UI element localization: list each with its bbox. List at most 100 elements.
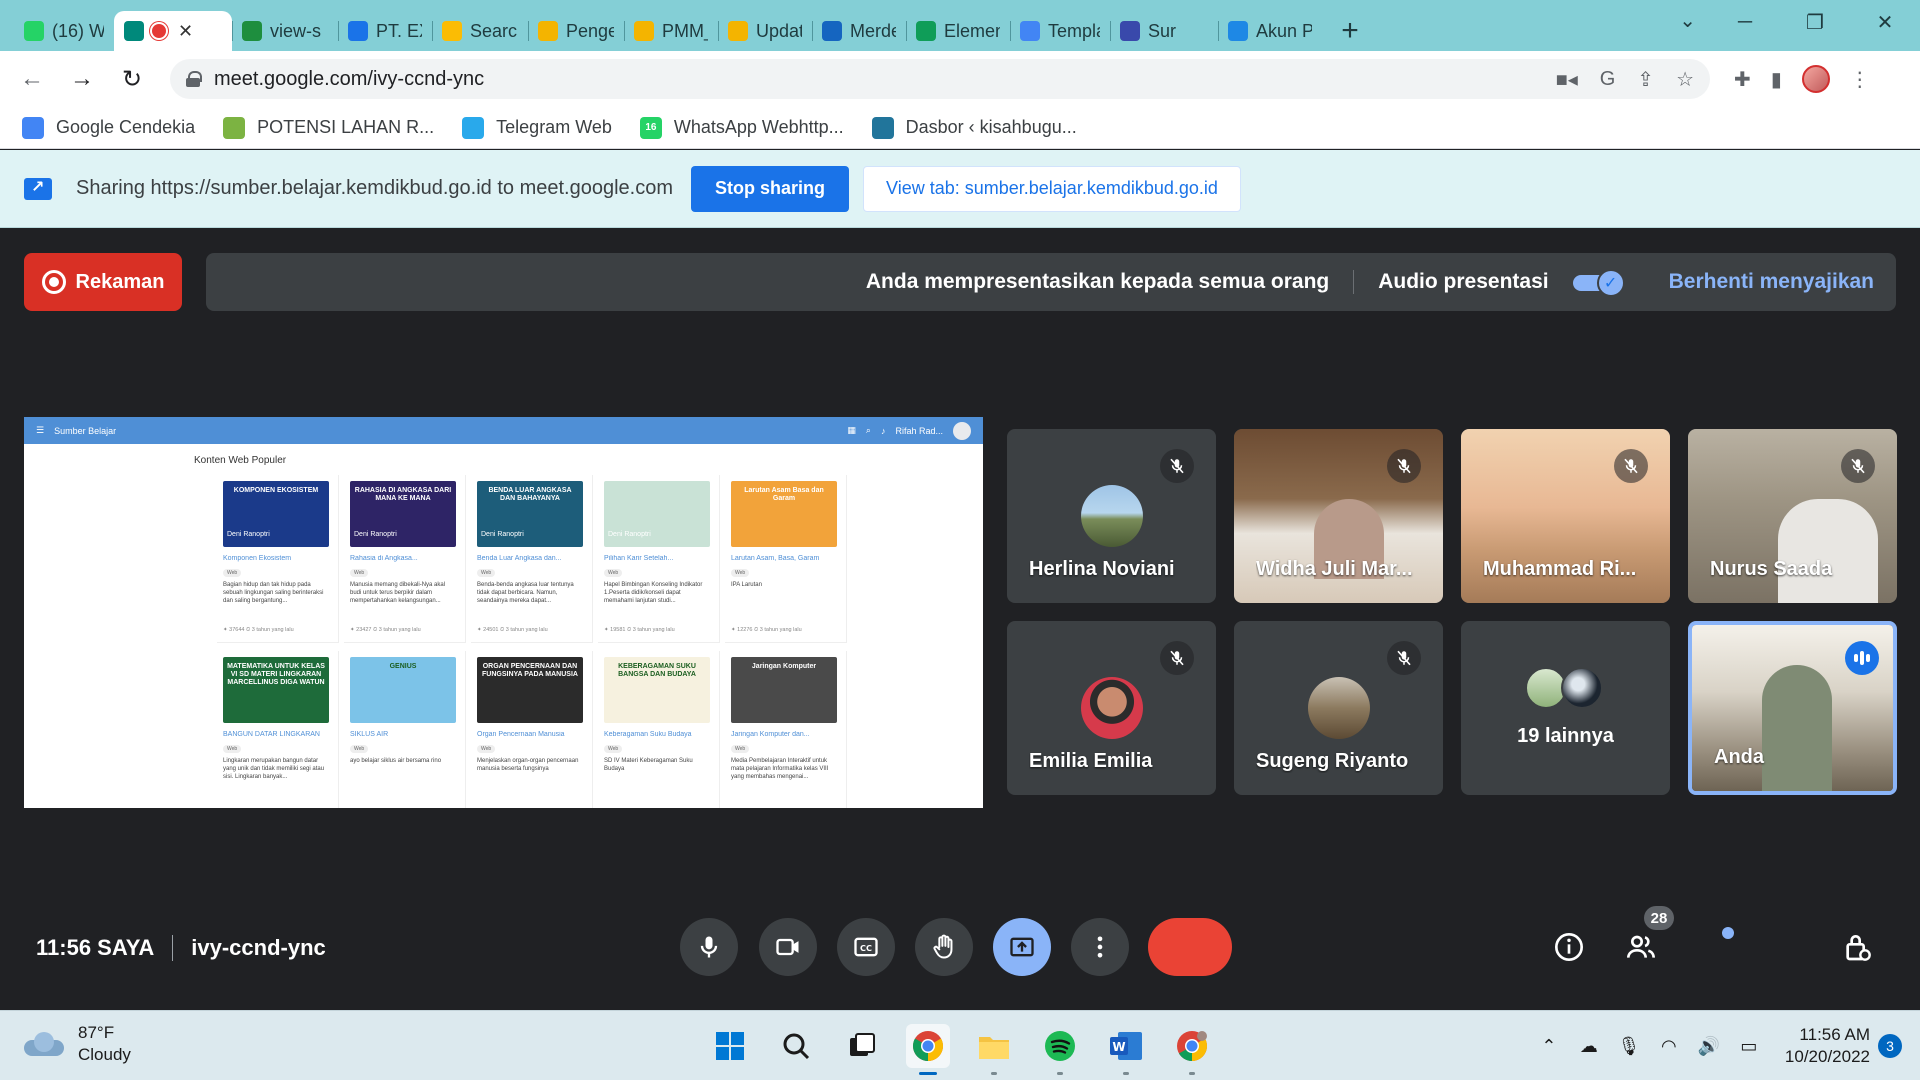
user-avatar [953,421,971,440]
thumbnail-author: Deni Ranoptri [481,531,524,538]
tab-search-chevron-icon[interactable]: ⌄ [1679,8,1696,33]
participant-tile[interactable]: Nurus Saada [1688,429,1897,603]
mic-off-icon [1387,641,1421,675]
new-tab-button[interactable]: + [1330,11,1370,51]
present-screen-button[interactable] [993,918,1051,976]
restore-button[interactable]: ❐ [1780,0,1850,44]
taskbar-clock[interactable]: 11:56 AM 10/20/2022 [1785,1024,1870,1068]
people-button[interactable] [1622,928,1660,966]
tab-title: PT. EX [376,20,422,41]
volume-icon[interactable]: 🔊 [1689,1026,1729,1066]
more-options-button[interactable] [1071,918,1129,976]
bookmark-item[interactable]: Google Cendekia [22,116,195,139]
camera-in-use-icon[interactable]: ■◂ [1556,67,1578,92]
participant-tile[interactable]: Anda [1688,621,1897,795]
browser-tab[interactable]: PT. EX [338,11,432,51]
share-icon[interactable]: ⇪ [1637,67,1654,92]
participant-tile[interactable]: Sugeng Riyanto [1234,621,1443,795]
browser-tab[interactable]: (16) W [14,11,114,51]
meeting-details-button[interactable] [1550,928,1588,966]
captions-button[interactable]: CC [837,918,895,976]
browser-tab[interactable]: Elemen [906,11,1010,51]
camera-button[interactable] [759,918,817,976]
card-thumbnail: Deni Ranoptri [604,481,710,547]
browser-tab[interactable]: view-s [232,11,338,51]
bookmark-star-icon[interactable]: ☆ [1676,67,1694,92]
chevron-up-icon[interactable]: ⌃ [1529,1026,1569,1066]
spotify-taskbar-app[interactable] [1038,1024,1082,1075]
lock-icon[interactable] [186,71,202,87]
task-view-button[interactable] [840,1024,884,1068]
bookmark-item[interactable]: Telegram Web [462,116,612,139]
side-panel-icon[interactable]: ▮ [1771,67,1782,92]
url-text[interactable]: meet.google.com/ivy-ccnd-ync [214,68,1542,91]
chrome-profile-taskbar-app[interactable] [1170,1024,1214,1075]
minimize-button[interactable]: ─ [1710,0,1780,44]
reload-button[interactable]: ↻ [114,61,150,97]
browser-tab[interactable]: PMM_ [624,11,718,51]
translate-icon[interactable]: G [1600,68,1616,91]
stop-sharing-button[interactable]: Stop sharing [691,165,850,212]
thumbnail-text: GENIUS [389,663,417,670]
search-button[interactable] [774,1024,818,1068]
participant-tile[interactable]: Herlina Noviani [1007,429,1216,603]
bookmark-item[interactable]: POTENSI LAHAN R... [223,116,434,139]
microphone-button[interactable] [680,918,738,976]
wifi-icon[interactable]: ◠ [1649,1026,1689,1066]
card-thumbnail: RAHASIA DI ANGKASA DARI MANA KE MANA Deni… [350,481,456,547]
card-description: Bagian hidup dan tak hidup pada sebuah l… [223,582,324,604]
browser-tab[interactable]: Update [718,11,812,51]
participant-tile[interactable]: Emilia Emilia [1007,621,1216,795]
card-meta: ✦ 37644 ⏲ 3 tahun yang lalu [223,627,294,633]
battery-icon[interactable]: ▭ [1729,1026,1769,1066]
browser-tab[interactable]: Sur [1110,11,1218,51]
notification-badge[interactable]: 3 [1878,1034,1902,1058]
participant-name: Nurus Saada [1710,558,1833,580]
microphone-tray-icon[interactable]: 🎙 [1609,1026,1649,1066]
browser-tab[interactable]: Templa [1010,11,1110,51]
participant-name: Emilia Emilia [1029,750,1153,772]
address-bar[interactable]: meet.google.com/ivy-ccnd-ync ■◂ G ⇪ ☆ [170,59,1710,99]
drive-icon [916,21,936,41]
menu-kebab-icon[interactable]: ⋮ [1850,67,1870,92]
raise-hand-button[interactable] [915,918,973,976]
bookmark-item[interactable]: 16 WhatsApp Webhttp... [639,116,844,139]
participant-tile[interactable]: 19 lainnya [1461,621,1670,795]
browser-tab[interactable]: Akun P [1218,11,1322,51]
weather-widget[interactable]: 87°F Cloudy [24,1022,131,1066]
thumbnail-text: ORGAN PENCERNAAN DAN FUNGSINYA PADA MANU… [482,663,578,678]
participant-tile[interactable]: Muhammad Ri... [1461,429,1670,603]
back-button[interactable]: ← [14,61,50,97]
profile-avatar[interactable] [1801,65,1830,93]
mic-off-icon [1614,449,1648,483]
forward-button[interactable]: → [64,61,100,97]
browser-tab[interactable]: Merde [812,11,906,51]
close-tab-icon[interactable]: ✕ [178,21,193,42]
browser-tab[interactable]: Penger [528,11,624,51]
presentation-audio-toggle[interactable]: ✓ [1572,269,1625,297]
browser-tab[interactable]: ✕ [114,11,232,51]
chrome-taskbar-app[interactable] [906,1024,950,1075]
bookmark-label: WhatsApp Webhttp... [673,117,844,137]
hamburger-icon: ☰ [36,425,45,435]
system-tray: ⌃ ☁ 🎙 ◠ 🔊 ▭ 11:56 AM 10/20/2022 3 [1529,1011,1920,1080]
chrome-icon [1177,1031,1208,1061]
host-controls-button[interactable] [1838,928,1876,966]
onedrive-cloud-icon[interactable]: ☁ [1569,1026,1609,1066]
start-button[interactable] [708,1024,752,1068]
extensions-icon[interactable]: ✚ [1734,67,1751,92]
close-window-button[interactable]: ✕ [1850,0,1920,44]
grid-icon: ▦ [847,425,856,435]
bookmark-item[interactable]: Dasbor ‹ kisahbugu... [871,116,1077,139]
view-tab-button[interactable]: View tab: sumber.belajar.kemdikbud.go.id [863,165,1241,212]
divider [172,935,174,961]
browser-tab[interactable]: Search [432,11,528,51]
word-taskbar-app[interactable]: W [1104,1024,1148,1075]
participant-tile[interactable]: Widha Juli Mar... [1234,429,1443,603]
slides-icon [728,21,748,41]
leave-call-button[interactable] [1148,918,1232,976]
recording-badge[interactable]: Rekaman [24,253,182,311]
stop-presenting-button[interactable]: Berhenti menyajikan [1669,270,1874,294]
file-explorer-taskbar-app[interactable] [972,1024,1016,1075]
card-tag: Web [223,745,242,753]
